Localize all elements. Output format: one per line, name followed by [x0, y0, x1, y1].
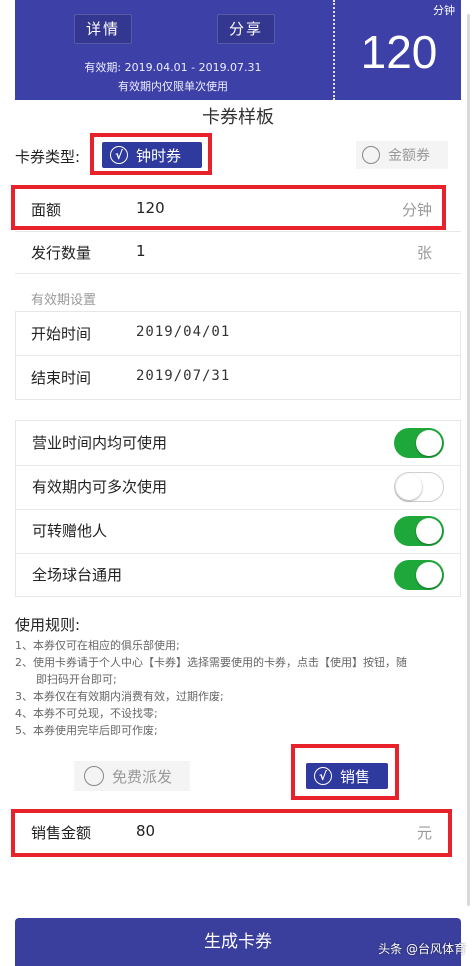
toggle-switch-transferable[interactable] — [394, 516, 444, 546]
toggle-knob — [416, 430, 442, 456]
card-type-option-label: 金额券 — [388, 148, 430, 164]
toggle-switch-multiple-use[interactable] — [394, 472, 444, 502]
distribution-option-label: 免费派发 — [112, 767, 173, 786]
quantity-unit: 张 — [417, 244, 433, 262]
rule-item: 5、本券使用完毕后即可作废; — [15, 724, 158, 737]
ticket-value: 120 — [360, 26, 438, 78]
check-icon: √ — [110, 146, 128, 164]
distribution-option-free[interactable]: 免费派发 — [74, 761, 190, 791]
rules-list: 1、本券仅可在相应的俱乐部使用; 2、使用卡券请于个人中心【卡券】选择需要使用的… — [15, 637, 455, 739]
toggle-row-all-tables: 全场球台通用 — [16, 554, 460, 598]
card-type-label: 卡券类型: — [15, 148, 81, 166]
distribution-option-sale[interactable]: √ 销售 — [306, 763, 388, 789]
toggle-row-multiple-use: 有效期内可多次使用 — [16, 466, 460, 510]
divider — [15, 231, 461, 232]
toggle-settings-box: 营业时间内均可使用 有效期内可多次使用 可转赠他人 全场球台通用 — [15, 420, 461, 597]
validity-section-label: 有效期设置 — [31, 293, 97, 308]
rule-item: 3、本券仅在有效期内消费有效，过期作废; — [15, 690, 224, 703]
toggle-label: 营业时间内均可使用 — [32, 434, 168, 452]
denomination-input[interactable]: 120 — [136, 199, 165, 217]
radio-icon — [84, 766, 104, 786]
radio-icon — [362, 146, 380, 164]
rule-item: 即扫码开台即可; — [36, 673, 117, 686]
rules-title: 使用规则: — [15, 616, 81, 634]
ticket-unit: 分钟 — [433, 4, 455, 17]
validity-period: 有效期: 2019.04.01 - 2019.07.31 — [84, 61, 262, 74]
toggle-label: 有效期内可多次使用 — [32, 478, 168, 496]
page-title: 卡券样板 — [202, 107, 274, 128]
rule-item: 1、本券仅可在相应的俱乐部使用; — [15, 639, 180, 652]
rule-item: 4、本券不可兑现，不设找零; — [15, 707, 158, 720]
ticket-divider — [333, 0, 335, 100]
coupon-ticket-header: 详情 分享 有效期: 2019.04.01 - 2019.07.31 有效期内仅… — [15, 0, 461, 100]
toggle-label: 全场球台通用 — [32, 566, 123, 584]
denomination-label: 面额 — [31, 201, 62, 219]
quantity-input[interactable]: 1 — [136, 242, 146, 260]
end-time-label: 结束时间 — [31, 369, 92, 387]
quantity-label: 发行数量 — [31, 244, 92, 262]
start-time-input[interactable]: 2019/04/01 — [136, 324, 230, 340]
distribution-option-label: 销售 — [340, 767, 371, 786]
sale-amount-unit: 元 — [417, 824, 433, 842]
end-time-input[interactable]: 2019/07/31 — [136, 368, 230, 384]
card-type-option-amount[interactable]: 金额券 — [356, 141, 448, 169]
toggle-row-transferable: 可转赠他人 — [16, 510, 460, 554]
card-type-option-time[interactable]: √ 钟时券 — [102, 142, 202, 168]
toggle-knob — [416, 518, 442, 544]
share-button[interactable]: 分享 — [217, 14, 275, 44]
watermark: 头条 @台风体育 — [378, 942, 466, 956]
check-icon: √ — [314, 767, 332, 785]
toggle-knob — [416, 562, 442, 588]
sale-amount-input[interactable]: 80 — [136, 822, 155, 840]
toggle-label: 可转赠他人 — [32, 522, 108, 540]
card-type-option-label: 钟时券 — [136, 146, 182, 165]
rule-item: 2、使用卡券请于个人中心【卡券】选择需要使用的卡券，点击【使用】按钮，随 — [15, 656, 407, 669]
highlight-frame-denomination — [11, 185, 446, 230]
scrollbar[interactable] — [467, 14, 470, 906]
detail-button[interactable]: 详情 — [74, 14, 132, 44]
start-time-label: 开始时间 — [31, 325, 92, 343]
divider — [16, 355, 460, 356]
divider — [15, 273, 461, 274]
denomination-unit: 分钟 — [402, 201, 433, 219]
validity-note: 有效期内仅限单次使用 — [118, 80, 228, 93]
toggle-switch-business-hours[interactable] — [394, 428, 444, 458]
toggle-row-business-hours: 营业时间内均可使用 — [16, 421, 460, 465]
sale-amount-label: 销售金额 — [31, 824, 92, 842]
toggle-knob — [396, 474, 422, 500]
toggle-switch-all-tables[interactable] — [394, 560, 444, 590]
